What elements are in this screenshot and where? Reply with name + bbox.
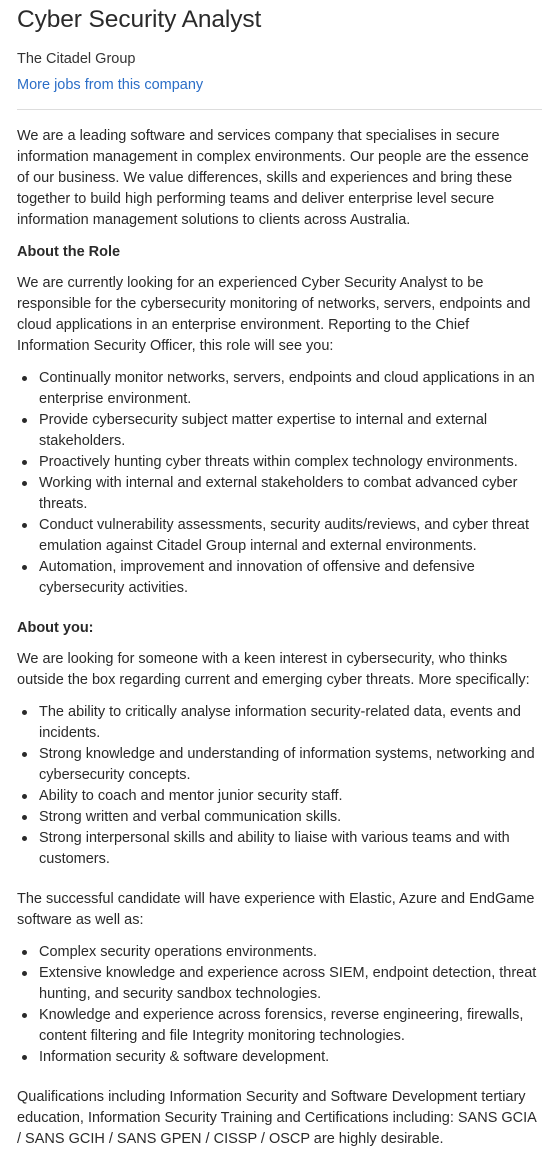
- divider: [17, 109, 542, 110]
- list-item: Conduct vulnerability assessments, secur…: [22, 515, 540, 557]
- about-role-list: Continually monitor networks, servers, e…: [17, 368, 540, 599]
- list-item: Strong interpersonal skills and ability …: [22, 828, 540, 870]
- list-item: The ability to critically analyse inform…: [22, 702, 540, 744]
- list-item: Provide cybersecurity subject matter exp…: [22, 410, 540, 452]
- list-item: Ability to coach and mentor junior secur…: [22, 786, 540, 807]
- about-you-heading: About you:: [17, 620, 94, 636]
- list-item: Proactively hunting cyber threats within…: [22, 452, 540, 473]
- job-title: Cyber Security Analyst: [17, 6, 262, 33]
- about-you-paragraph: We are looking for someone with a keen i…: [17, 651, 530, 688]
- list-item: Information security & software developm…: [22, 1047, 540, 1068]
- list-item: Continually monitor networks, servers, e…: [22, 368, 540, 410]
- about-role-paragraph: We are currently looking for an experien…: [17, 275, 531, 354]
- list-item: Strong written and verbal communication …: [22, 807, 540, 828]
- list-item: Working with internal and external stake…: [22, 473, 540, 515]
- intro-paragraph: We are a leading software and services c…: [17, 128, 529, 228]
- more-jobs-link[interactable]: More jobs from this company: [17, 75, 203, 95]
- job-description: We are a leading software and services c…: [17, 126, 540, 1150]
- experience-paragraph: The successful candidate will have exper…: [17, 891, 535, 928]
- list-item: Strong knowledge and understanding of in…: [22, 744, 540, 786]
- job-detail-page: Cyber Security Analyst The Citadel Group…: [0, 0, 552, 1162]
- list-item: Extensive knowledge and experience acros…: [22, 963, 540, 1005]
- list-item: Complex security operations environments…: [22, 942, 540, 963]
- qualifications-paragraph: Qualifications including Information Sec…: [17, 1089, 537, 1147]
- experience-list: Complex security operations environments…: [17, 942, 540, 1068]
- company-name: The Citadel Group: [17, 51, 136, 67]
- list-item: Automation, improvement and innovation o…: [22, 557, 540, 599]
- about-role-heading: About the Role: [17, 244, 121, 260]
- list-item: Knowledge and experience across forensic…: [22, 1005, 540, 1047]
- about-you-list: The ability to critically analyse inform…: [17, 702, 540, 870]
